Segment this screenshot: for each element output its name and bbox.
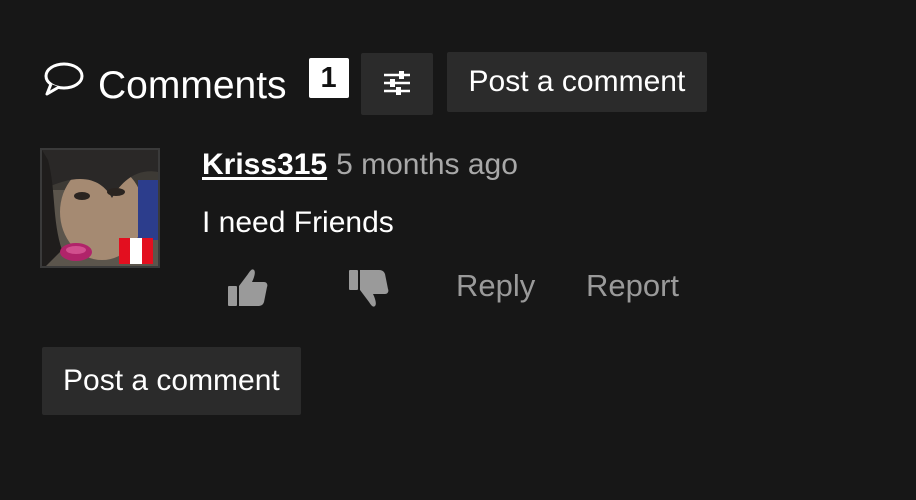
post-comment-button-bottom[interactable]: Post a comment	[42, 347, 301, 415]
flag-stripe-right	[141, 238, 153, 264]
comments-header: Comments 1 Post a comment	[42, 52, 708, 116]
thumbs-down-icon[interactable]	[345, 266, 393, 314]
sort-comments-button[interactable]	[360, 53, 433, 115]
comment-timestamp: 5 months ago	[336, 148, 518, 181]
comment-username[interactable]: Kriss315	[202, 148, 327, 182]
flag-stripe-left	[119, 238, 131, 264]
post-comment-button-top[interactable]: Post a comment	[446, 52, 708, 112]
reply-link[interactable]: Reply	[456, 268, 535, 304]
sliders-icon	[382, 69, 412, 100]
comment-count-badge: 1	[308, 58, 349, 98]
thumbs-up-icon[interactable]	[224, 264, 272, 312]
country-flag-icon	[119, 238, 153, 264]
speech-bubble-icon	[42, 60, 86, 100]
flag-stripe-center	[130, 238, 142, 264]
report-link[interactable]: Report	[586, 268, 679, 304]
comment-header: Kriss315 5 months ago	[202, 148, 518, 182]
comment-actions: Reply Report	[202, 262, 802, 314]
comment-text: I need Friends	[202, 206, 394, 239]
avatar[interactable]	[40, 148, 160, 268]
comments-title: Comments	[98, 64, 287, 107]
